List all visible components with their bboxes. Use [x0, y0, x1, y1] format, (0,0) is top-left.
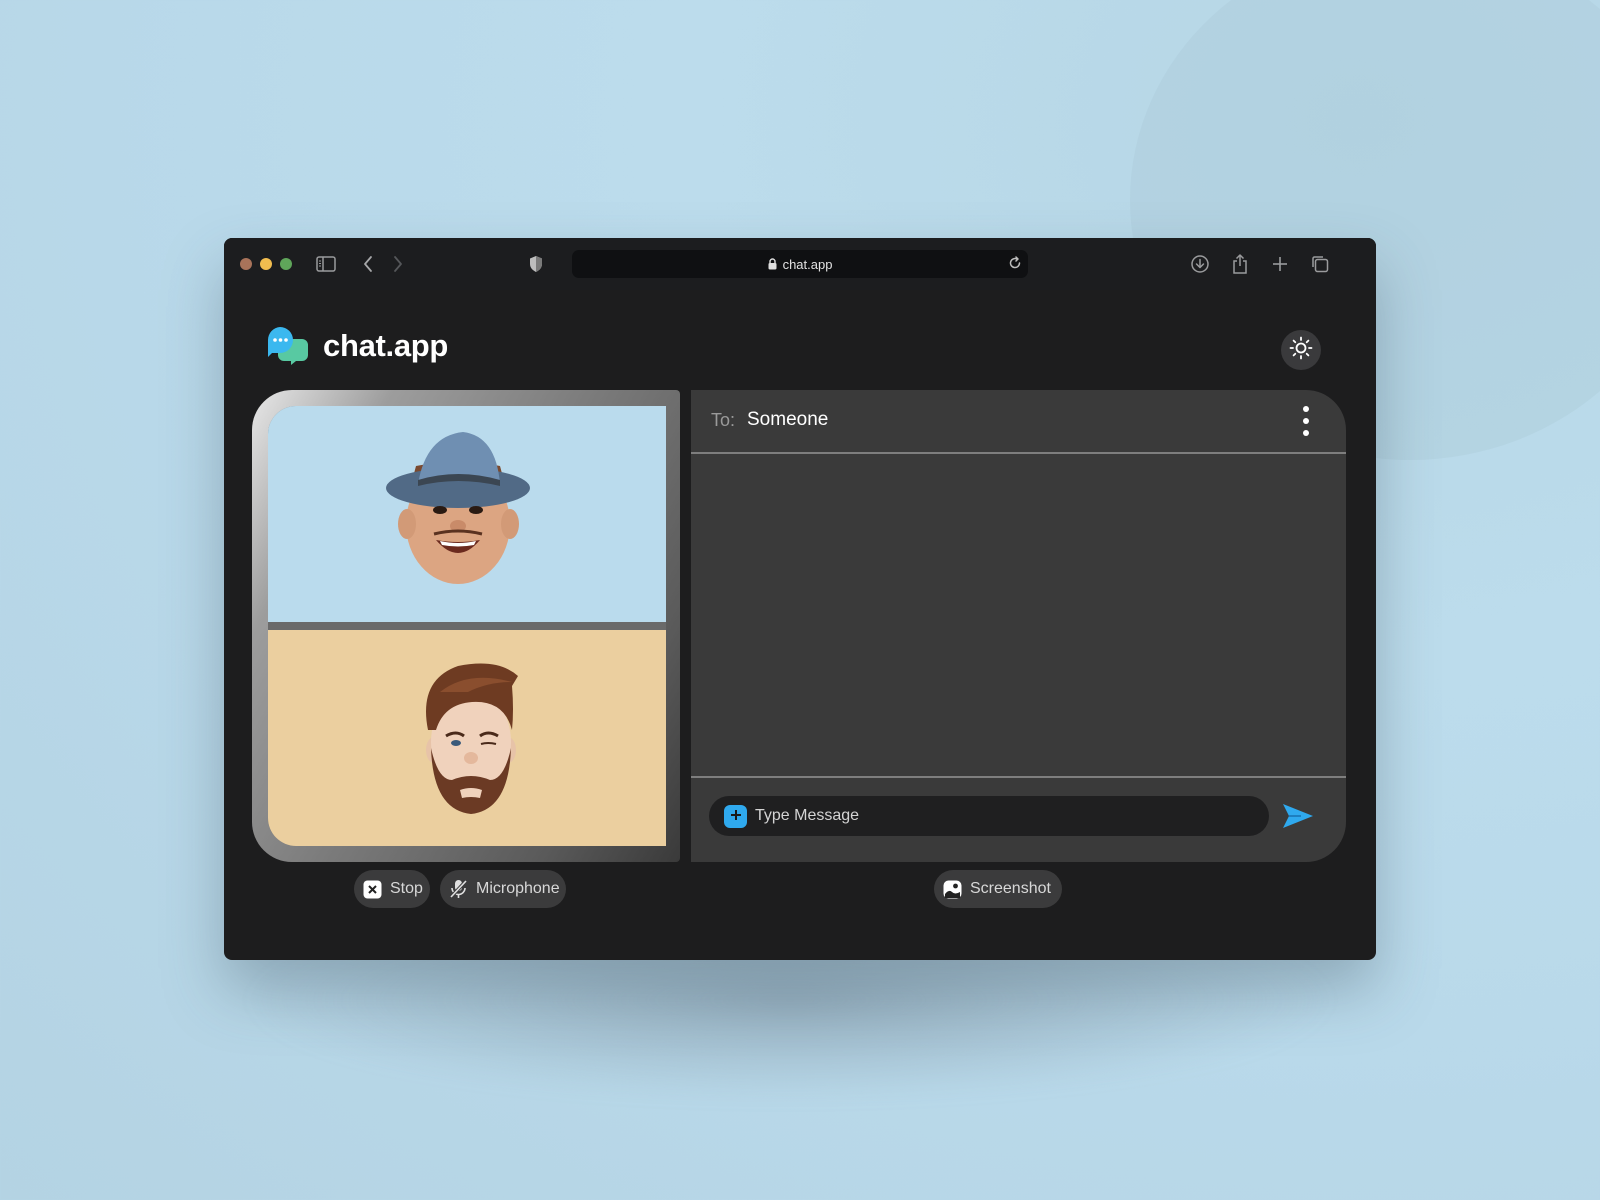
browser-window: chat.app chat.app To: Someone Type Messa… [224, 238, 1376, 960]
video-call-panel [252, 390, 680, 862]
shield-icon[interactable] [524, 252, 548, 276]
close-window-button[interactable] [240, 258, 252, 270]
sidebar-icon[interactable] [314, 252, 338, 276]
share-icon[interactable] [1228, 252, 1252, 276]
recipient-name[interactable]: Someone [747, 409, 828, 431]
chat-bubbles-icon [266, 325, 310, 365]
theme-toggle-button[interactable] [1281, 330, 1321, 370]
tabs-overview-icon[interactable] [1308, 252, 1332, 276]
screenshot-icon [943, 880, 962, 899]
sun-icon [1289, 336, 1313, 365]
message-input[interactable] [755, 796, 1255, 836]
video-tiles [268, 406, 666, 846]
more-vertical-icon[interactable] [1300, 406, 1312, 436]
screenshot-label: Screenshot [970, 880, 1051, 897]
download-icon[interactable] [1188, 252, 1212, 276]
message-list [691, 454, 1346, 776]
send-icon [1281, 804, 1315, 835]
microphone-label: Microphone [476, 880, 560, 897]
participant-video-tile[interactable] [268, 630, 666, 846]
forward-icon[interactable] [386, 252, 410, 276]
chat-header: To: Someone [691, 390, 1346, 454]
microphone-button[interactable]: Microphone [440, 870, 566, 908]
back-icon[interactable] [356, 252, 380, 276]
memoji-bearded-man-avatar [426, 663, 518, 814]
screenshot-button[interactable]: Screenshot [934, 870, 1062, 908]
reload-icon[interactable] [1008, 256, 1022, 273]
compose-divider [691, 776, 1346, 778]
app-title: chat.app [323, 328, 449, 363]
address-bar[interactable]: chat.app [572, 250, 1028, 278]
send-button[interactable] [1281, 801, 1315, 831]
participant-video-tile[interactable] [268, 406, 666, 622]
memoji-hat-man-avatar [386, 432, 530, 584]
chat-panel: To: Someone [691, 390, 1346, 862]
stop-button[interactable]: Stop [354, 870, 430, 908]
attach-button[interactable] [724, 805, 747, 828]
new-tab-icon[interactable] [1268, 252, 1292, 276]
lock-icon [768, 258, 777, 270]
browser-toolbar: chat.app [224, 238, 1376, 290]
stop-label: Stop [390, 880, 423, 897]
microphone-muted-icon [449, 879, 468, 899]
compose-bar [709, 796, 1269, 836]
url-text: chat.app [782, 256, 833, 272]
maximize-window-button[interactable] [280, 258, 292, 270]
to-label: To: [711, 410, 736, 430]
close-square-icon [363, 880, 382, 899]
plus-icon [730, 808, 742, 826]
app-header: chat.app [224, 290, 1376, 370]
minimize-window-button[interactable] [260, 258, 272, 270]
